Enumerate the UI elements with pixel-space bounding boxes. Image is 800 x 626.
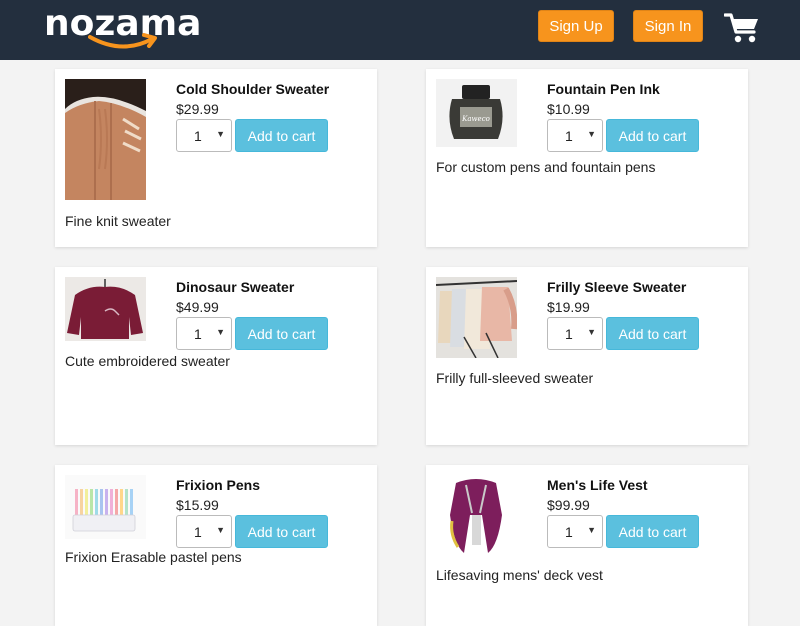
add-to-cart-button[interactable]: Add to cart xyxy=(606,119,699,152)
product-description: For custom pens and fountain pens xyxy=(436,159,656,175)
product-price: $10.99 xyxy=(547,101,590,117)
product-description: Fine knit sweater xyxy=(65,213,171,229)
chevron-down-icon: ▼ xyxy=(216,525,225,535)
quantity-value: 1 xyxy=(194,128,202,144)
product-price: $99.99 xyxy=(547,497,590,513)
chevron-down-icon: ▼ xyxy=(587,129,596,139)
product-price: $29.99 xyxy=(176,101,219,117)
product-price: $19.99 xyxy=(547,299,590,315)
quantity-select[interactable]: 1 ▼ xyxy=(176,317,232,350)
quantity-value: 1 xyxy=(565,128,573,144)
product-card: Frilly Sleeve Sweater $19.99 1 ▼ Add to … xyxy=(426,267,748,445)
product-card: Kaweco Fountain Pen Ink $10.99 1 ▼ Add t… xyxy=(426,69,748,247)
product-name[interactable]: Fountain Pen Ink xyxy=(547,81,660,97)
sign-in-button[interactable]: Sign In xyxy=(633,10,703,42)
product-name[interactable]: Men's Life Vest xyxy=(547,477,648,493)
add-to-cart-button[interactable]: Add to cart xyxy=(235,317,328,350)
logo[interactable]: nozama xyxy=(44,3,201,53)
quantity-select[interactable]: 1 ▼ xyxy=(547,317,603,350)
sign-up-button[interactable]: Sign Up xyxy=(538,10,614,42)
product-description: Frilly full-sleeved sweater xyxy=(436,370,594,386)
product-description: Frixion Erasable pastel pens xyxy=(65,549,242,565)
chevron-down-icon: ▼ xyxy=(587,327,596,337)
product-name[interactable]: Dinosaur Sweater xyxy=(176,279,294,295)
shopping-cart-icon[interactable] xyxy=(724,12,760,44)
add-to-cart-button[interactable]: Add to cart xyxy=(606,515,699,548)
add-to-cart-button[interactable]: Add to cart xyxy=(235,515,328,548)
product-image[interactable] xyxy=(65,277,146,341)
kaweco-label-text: Kaweco xyxy=(461,115,490,123)
product-description: Cute embroidered sweater xyxy=(65,353,230,369)
product-name[interactable]: Frilly Sleeve Sweater xyxy=(547,279,686,295)
product-image[interactable] xyxy=(436,475,517,556)
add-to-cart-button[interactable]: Add to cart xyxy=(235,119,328,152)
chevron-down-icon: ▼ xyxy=(216,327,225,337)
product-price: $49.99 xyxy=(176,299,219,315)
add-to-cart-button[interactable]: Add to cart xyxy=(606,317,699,350)
product-card: Dinosaur Sweater $49.99 1 ▼ Add to cart … xyxy=(55,267,377,445)
top-nav-bar: nozama Sign Up Sign In xyxy=(0,0,800,60)
chevron-down-icon: ▼ xyxy=(216,129,225,139)
quantity-value: 1 xyxy=(565,524,573,540)
chevron-down-icon: ▼ xyxy=(587,525,596,535)
product-image[interactable]: Kaweco xyxy=(436,79,517,147)
product-name[interactable]: Cold Shoulder Sweater xyxy=(176,81,329,97)
product-image[interactable] xyxy=(436,277,517,358)
quantity-value: 1 xyxy=(194,326,202,342)
quantity-select[interactable]: 1 ▼ xyxy=(547,515,603,548)
smile-arrow-icon xyxy=(88,33,157,49)
product-price: $15.99 xyxy=(176,497,219,513)
product-description: Lifesaving mens' deck vest xyxy=(436,567,603,583)
quantity-select[interactable]: 1 ▼ xyxy=(176,119,232,152)
quantity-value: 1 xyxy=(194,524,202,540)
quantity-select[interactable]: 1 ▼ xyxy=(176,515,232,548)
product-card: Cold Shoulder Sweater $29.99 1 ▼ Add to … xyxy=(55,69,377,247)
product-image[interactable] xyxy=(65,475,146,539)
product-image[interactable] xyxy=(65,79,146,200)
product-card: Men's Life Vest $99.99 1 ▼ Add to cart L… xyxy=(426,465,748,626)
product-card: Frixion Pens $15.99 1 ▼ Add to cart Frix… xyxy=(55,465,377,626)
quantity-select[interactable]: 1 ▼ xyxy=(547,119,603,152)
product-name[interactable]: Frixion Pens xyxy=(176,477,260,493)
quantity-value: 1 xyxy=(565,326,573,342)
